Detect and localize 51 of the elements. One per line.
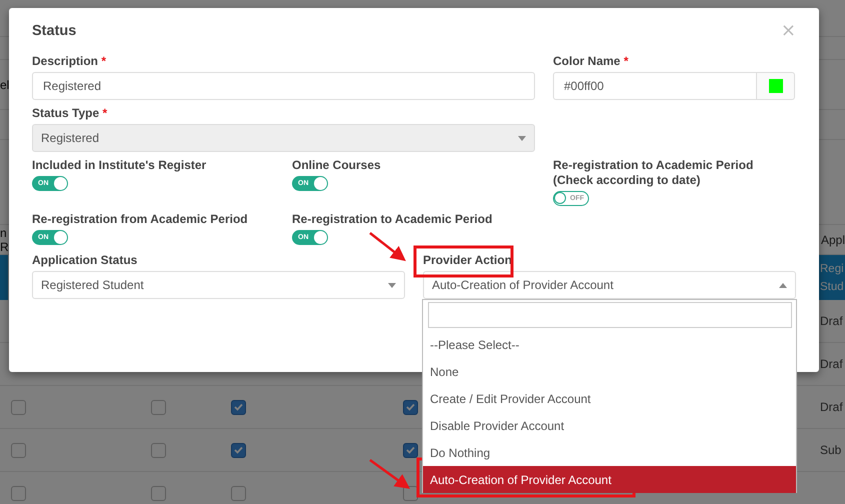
toggle-label: Re-registration to Academic Period (Check according to date) — [553, 158, 754, 188]
table-cell: Sub — [820, 443, 842, 457]
field-label: Application Status — [32, 253, 138, 268]
field-label: Provider Action — [423, 253, 512, 268]
column-label: el — [0, 78, 10, 92]
table-cell-text: Regi — [820, 262, 845, 276]
dropdown-option[interactable]: --Please Select-- — [423, 331, 796, 358]
description-field[interactable]: Registered — [32, 72, 535, 100]
checkbox[interactable] — [11, 486, 26, 501]
dropdown-option[interactable]: Auto-Creation of Provider Account — [423, 466, 796, 493]
color-field[interactable]: #00ff00 — [553, 72, 757, 100]
checkbox[interactable] — [151, 400, 166, 415]
dropdown-option[interactable]: None — [423, 358, 796, 385]
checkmark-icon — [406, 446, 415, 454]
checkbox[interactable] — [403, 442, 418, 458]
checkbox[interactable] — [151, 486, 166, 501]
toggle-label: Re-registration to Academic Period — [292, 212, 492, 227]
dropdown-option[interactable]: Do Nothing — [423, 439, 796, 466]
dropdown-option[interactable]: Disable Provider Account — [423, 412, 796, 439]
color-picker-button[interactable] — [757, 72, 795, 100]
table-cell-text: Stud — [820, 280, 845, 294]
checkbox[interactable] — [11, 442, 26, 458]
checkbox[interactable] — [231, 486, 246, 501]
toggle-label: Re-registration from Academic Period — [32, 212, 248, 227]
checkmark-icon — [406, 403, 415, 412]
table-cell: Draf — [820, 314, 843, 328]
application-status-select[interactable]: Registered Student — [32, 271, 405, 299]
toggle-label: Included in Institute's Register — [32, 158, 206, 173]
column-label: Appl — [820, 232, 845, 246]
checkmark-icon — [234, 403, 243, 412]
field-label: Status Type * — [32, 106, 108, 121]
dialog-title: Status — [32, 23, 76, 39]
checkbox[interactable] — [231, 442, 246, 458]
checkbox[interactable] — [231, 400, 246, 415]
provider-action-select[interactable]: Auto-Creation of Provider Account — [423, 271, 796, 299]
row-highlight — [0, 255, 8, 300]
field-label: Color Name * — [553, 54, 628, 69]
checkbox[interactable] — [11, 400, 26, 415]
checkbox[interactable] — [403, 400, 418, 415]
column-label: n — [0, 226, 8, 240]
column-label: R — [0, 240, 9, 254]
annotation-arrow — [369, 458, 410, 489]
field-label: Description * — [32, 54, 106, 69]
table-cell: Draf — [820, 400, 843, 414]
toggle-label: Online Courses — [292, 158, 381, 173]
annotation-arrow — [369, 232, 406, 262]
search-field[interactable] — [428, 302, 792, 328]
table-cell: Draf — [820, 357, 843, 371]
checkmark-icon — [234, 446, 243, 454]
dropdown-option[interactable]: Create / Edit Provider Account — [423, 385, 796, 412]
checkbox[interactable] — [151, 442, 166, 458]
